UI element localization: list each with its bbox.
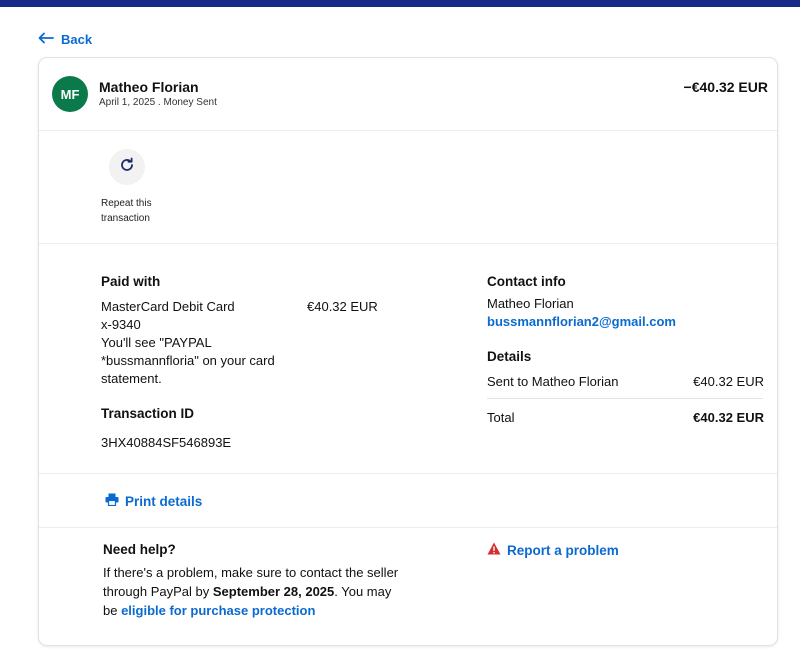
back-label: Back <box>61 32 93 47</box>
divider <box>39 473 777 474</box>
total-amount: €40.32 EUR <box>693 410 764 425</box>
refresh-icon <box>119 157 135 178</box>
transaction-id-value: 3HX40884SF546893E <box>101 435 232 450</box>
transaction-id-heading: Transaction ID <box>101 406 195 421</box>
purchase-protection-link[interactable]: eligible for purchase protection <box>121 603 315 618</box>
report-problem-button[interactable]: Report a problem <box>487 542 619 558</box>
top-brand-bar <box>0 0 800 7</box>
card-number: x-9340 <box>101 317 141 332</box>
divider <box>39 243 777 244</box>
print-details-label: Print details <box>125 493 203 509</box>
warning-icon <box>487 542 501 558</box>
details-divider <box>487 398 763 399</box>
help-text: If there's a problem, make sure to conta… <box>103 563 403 620</box>
details-heading: Details <box>487 349 532 364</box>
transaction-amount: −€40.32 EUR <box>683 79 768 95</box>
divider <box>39 527 777 528</box>
paid-with-heading: Paid with <box>101 274 161 289</box>
need-help-heading: Need help? <box>103 542 176 557</box>
sent-to-amount: €40.32 EUR <box>693 374 764 389</box>
report-problem-label: Report a problem <box>507 542 619 558</box>
back-button[interactable]: Back <box>38 32 92 47</box>
total-label: Total <box>487 410 515 425</box>
help-deadline: September 28, 2025 <box>212 584 335 599</box>
sent-to-label: Sent to Matheo Florian <box>487 374 619 389</box>
contact-email-link[interactable]: bussmannflorian2@gmail.com <box>487 313 676 331</box>
contact-info-heading: Contact info <box>487 274 566 289</box>
transaction-card: MF Matheo Florian April 1, 2025 . Money … <box>38 57 778 646</box>
contact-name: Matheo Florian <box>487 296 574 311</box>
repeat-transaction-button[interactable] <box>109 149 145 185</box>
recipient-name: Matheo Florian <box>99 79 199 95</box>
arrow-left-icon <box>38 32 54 47</box>
divider <box>39 130 777 131</box>
repeat-transaction-label: Repeat this transaction <box>101 198 152 224</box>
printer-icon <box>105 493 119 509</box>
transaction-subtitle: April 1, 2025 . Money Sent <box>99 97 217 108</box>
statement-note: You'll see "PAYPAL *bussmannfloria" on y… <box>101 335 275 386</box>
print-details-button[interactable]: Print details <box>105 493 202 509</box>
card-amount: €40.32 EUR <box>307 299 378 314</box>
avatar: MF <box>52 76 88 112</box>
card-name: MasterCard Debit Card <box>101 299 235 314</box>
